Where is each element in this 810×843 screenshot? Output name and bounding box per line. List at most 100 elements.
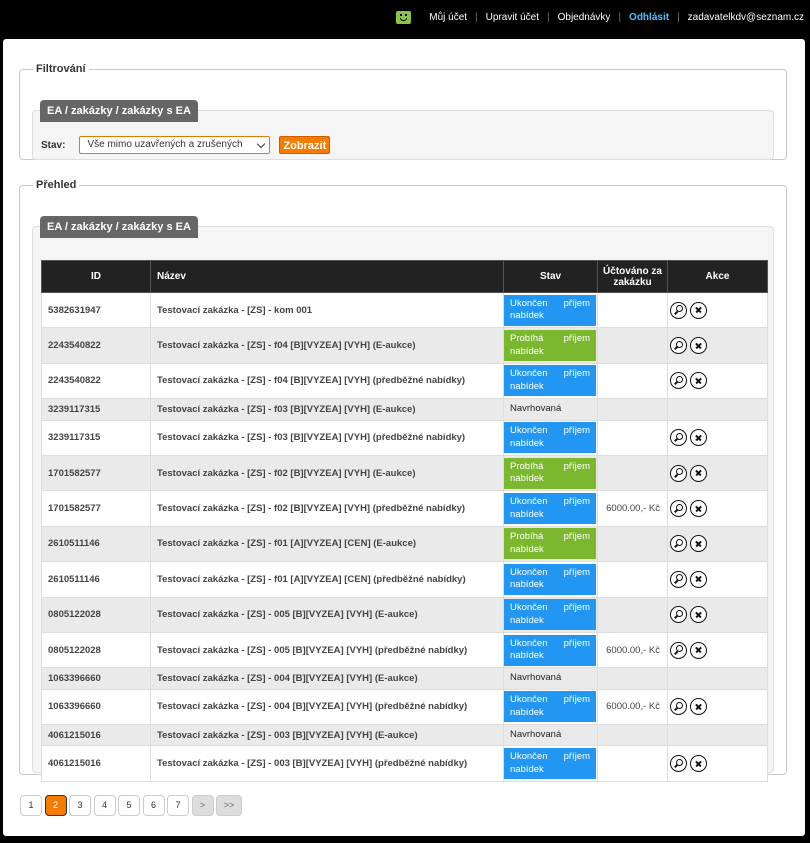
- cell-status: Ukončen příjem nabídek: [503, 745, 598, 782]
- status-filter-label: Stav:: [41, 139, 66, 151]
- cell-name[interactable]: Testovací zakázka - [ZS] - 005 [B][VYZEA…: [150, 596, 504, 633]
- column-header-billed: Účtováno za zakázku: [597, 260, 668, 293]
- close-icon[interactable]: [690, 301, 707, 319]
- close-icon[interactable]: [690, 698, 707, 716]
- cell-actions: [667, 724, 768, 747]
- cell-billed: 6000.00,- Kč: [597, 490, 668, 527]
- cell-actions: [667, 419, 768, 456]
- magnifier-icon[interactable]: [670, 301, 687, 319]
- magnifier-icon[interactable]: [670, 698, 687, 716]
- table-row: 1063396660 Testovací zakázka - [ZS] - 004…: [41, 688, 768, 726]
- page-7-button[interactable]: 7: [167, 795, 189, 816]
- my-account-link[interactable]: Můj účet: [421, 12, 475, 23]
- page-3-button[interactable]: 3: [69, 795, 91, 816]
- cell-name[interactable]: Testovací zakázka - [ZS] - kom 001: [150, 291, 504, 329]
- top-bar: Můj účet | Upravit účet | Objednávky | O…: [0, 0, 810, 38]
- table-row: 3239117315 Testovací zakázka - [ZS] - f03…: [41, 398, 768, 421]
- cell-status: Navrhovaná: [503, 667, 598, 690]
- page-2-button[interactable]: 2: [44, 795, 67, 816]
- cell-name[interactable]: Testovací zakázka - [ZS] - 004 [B][VYZEA…: [150, 688, 504, 726]
- magnifier-icon[interactable]: [670, 464, 687, 482]
- status-select[interactable]: Vše mimo uzavřených a zrušených: [79, 136, 271, 154]
- user-email: zadavatelkdv@seznam.cz: [687, 12, 804, 23]
- table-row: 3239117315 Testovací zakázka - [ZS] - f03…: [41, 419, 768, 456]
- cell-status: Navrhovaná: [503, 724, 598, 747]
- cell-id: 3239117315: [41, 419, 151, 456]
- filter-legend: Filtrování: [36, 63, 86, 75]
- cell-actions: [667, 745, 768, 782]
- cell-name[interactable]: Testovací zakázka - [ZS] - f04 [B][VYZEA…: [150, 327, 504, 364]
- next-page-button[interactable]: >: [191, 795, 214, 816]
- cell-name[interactable]: Testovací zakázka - [ZS] - f02 [B][VYZEA…: [150, 490, 504, 527]
- cell-name[interactable]: Testovací zakázka - [ZS] - 005 [B][VYZEA…: [150, 631, 504, 669]
- magnifier-icon[interactable]: [670, 372, 687, 390]
- cell-id: 1063396660: [41, 667, 151, 690]
- magnifier-icon[interactable]: [670, 337, 687, 355]
- magnifier-icon[interactable]: [670, 606, 687, 624]
- cell-id: 2243540822: [41, 327, 151, 364]
- cell-name[interactable]: Testovací zakázka - [ZS] - f01 [A][VYZEA…: [150, 561, 504, 598]
- cell-billed: [597, 419, 668, 456]
- close-icon[interactable]: [690, 641, 707, 659]
- cell-id: 0805122028: [41, 596, 151, 633]
- close-icon[interactable]: [690, 500, 707, 518]
- cell-billed: [597, 596, 668, 633]
- column-header-name[interactable]: Název: [150, 260, 504, 293]
- table-row: 2610511146 Testovací zakázka - [ZS] - f01…: [41, 561, 768, 598]
- table-row: 1063396660 Testovací zakázka - [ZS] - 004…: [41, 667, 768, 690]
- main-panel: Filtrování EA / zakázky / zakázky s EA S…: [3, 39, 805, 836]
- cell-actions: [667, 631, 768, 669]
- magnifier-icon[interactable]: [670, 535, 687, 553]
- cell-name[interactable]: Testovací zakázka - [ZS] - 004 [B][VYZEA…: [150, 667, 504, 690]
- cell-billed: [597, 724, 668, 747]
- cell-name[interactable]: Testovací zakázka - [ZS] - f01 [A][VYZEA…: [150, 525, 504, 563]
- close-icon[interactable]: [690, 535, 707, 553]
- close-icon[interactable]: [690, 429, 707, 447]
- cell-billed: [597, 667, 668, 690]
- close-icon[interactable]: [690, 755, 707, 773]
- page-6-button[interactable]: 6: [142, 795, 165, 816]
- cell-billed: [597, 454, 668, 492]
- status-badge: Ukončen příjem nabídek: [504, 294, 596, 326]
- close-icon[interactable]: [690, 372, 707, 390]
- cell-id: 5382631947: [41, 291, 151, 329]
- show-button[interactable]: Zobrazit: [279, 136, 331, 154]
- magnifier-icon[interactable]: [670, 641, 687, 659]
- orders-link[interactable]: Objednávky: [550, 12, 619, 23]
- cell-id: 4061215016: [41, 724, 151, 747]
- cell-status: Ukončen příjem nabídek: [503, 291, 598, 329]
- cell-billed: 6000.00,- Kč: [597, 631, 668, 669]
- edit-account-link[interactable]: Upravit účet: [478, 12, 547, 23]
- page-4-button[interactable]: 4: [93, 795, 116, 816]
- close-icon[interactable]: [690, 464, 707, 482]
- table-row: 2243540822 Testovací zakázka - [ZS] - f04…: [41, 327, 768, 364]
- magnifier-icon[interactable]: [670, 570, 687, 588]
- cell-name[interactable]: Testovací zakázka - [ZS] - f03 [B][VYZEA…: [150, 419, 504, 456]
- cell-name[interactable]: Testovací zakázka - [ZS] - f04 [B][VYZEA…: [150, 362, 504, 400]
- magnifier-icon[interactable]: [670, 500, 687, 518]
- magnifier-icon[interactable]: [670, 429, 687, 447]
- cell-actions: [667, 667, 768, 690]
- page-1-button[interactable]: 1: [20, 795, 42, 816]
- status-badge: Ukončen příjem nabídek: [504, 599, 596, 631]
- last-page-button[interactable]: >>: [216, 795, 242, 816]
- status-badge: Probíhá příjem nabídek: [504, 528, 596, 560]
- table-row: 2243540822 Testovací zakázka - [ZS] - f04…: [41, 362, 768, 400]
- close-icon[interactable]: [690, 337, 707, 355]
- page-5-button[interactable]: 5: [118, 795, 140, 816]
- cell-name[interactable]: Testovací zakázka - [ZS] - f03 [B][VYZEA…: [150, 398, 504, 421]
- cell-actions: [667, 362, 768, 400]
- cell-actions: [667, 291, 768, 329]
- cell-name[interactable]: Testovací zakázka - [ZS] - f02 [B][VYZEA…: [150, 454, 504, 492]
- close-icon[interactable]: [690, 570, 707, 588]
- cell-name[interactable]: Testovací zakázka - [ZS] - 003 [B][VYZEA…: [150, 724, 504, 747]
- filter-section: Filtrování EA / zakázky / zakázky s EA S…: [19, 63, 787, 160]
- logout-link[interactable]: Odhlásit: [621, 12, 677, 23]
- column-header-id[interactable]: ID: [41, 260, 151, 293]
- close-icon[interactable]: [690, 606, 707, 624]
- cell-name[interactable]: Testovací zakázka - [ZS] - 003 [B][VYZEA…: [150, 745, 504, 782]
- magnifier-icon[interactable]: [670, 755, 687, 773]
- column-header-status[interactable]: Stav: [503, 260, 598, 293]
- cell-status: Ukončen příjem nabídek: [503, 490, 598, 527]
- cell-status: Ukončen příjem nabídek: [503, 631, 598, 669]
